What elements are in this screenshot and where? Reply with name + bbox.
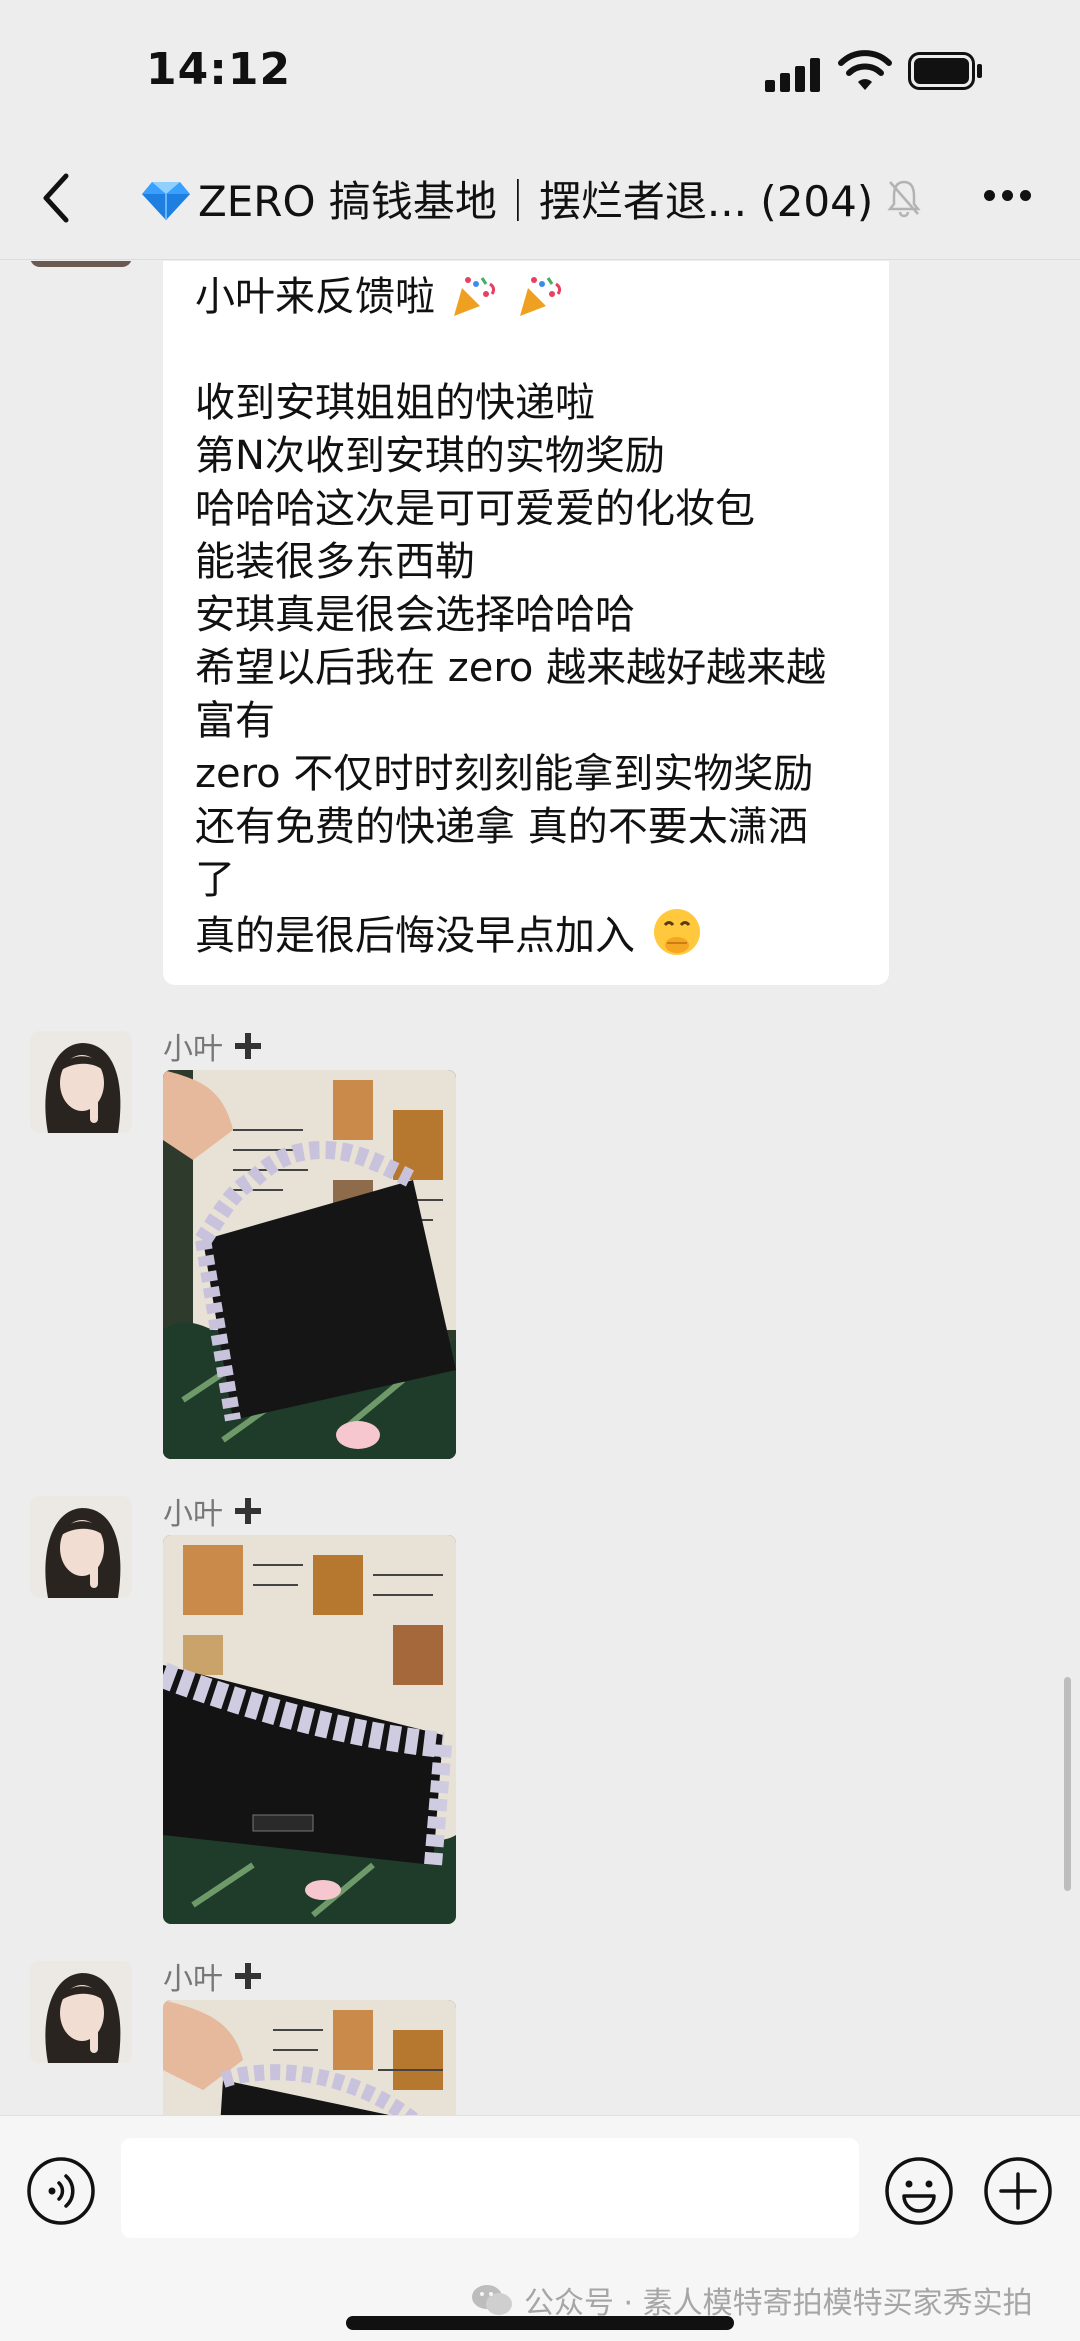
- message-line-text: 真的是很后悔没早点加入: [195, 913, 635, 959]
- face-hand-over-mouth-icon: [653, 909, 700, 955]
- avatar[interactable]: [30, 1961, 132, 2063]
- message-line: 收到安琪姐姐的快递啦: [195, 380, 595, 426]
- battery-icon: [908, 52, 982, 90]
- sender-row: 小叶: [163, 1956, 263, 1997]
- image-message[interactable]: [163, 1535, 456, 1924]
- cellular-signal-icon: [765, 56, 821, 92]
- message-line: zero 不仅时时刻刻能拿到实物奖励: [195, 751, 814, 797]
- cosmetic-bag-photo: [163, 2000, 456, 2115]
- chevron-left-icon[interactable]: [36, 166, 76, 230]
- voice-icon[interactable]: [26, 2156, 96, 2226]
- message-list[interactable]: 小叶来反馈啦 收到安琪姐姐的快递啦 第N次收到安琪的实物奖励 哈哈哈这次是可可爱…: [0, 261, 1080, 2115]
- message-line: 第N次收到安琪的实物奖励: [195, 433, 665, 479]
- cosmetic-bag-photo: [163, 1535, 456, 1924]
- sender-row: 小叶: [163, 1026, 263, 1067]
- text-message-bubble[interactable]: 小叶来反馈啦 收到安琪姐姐的快递啦 第N次收到安琪的实物奖励 哈哈哈这次是可可爱…: [163, 261, 889, 985]
- party-popper-icon: [520, 277, 562, 316]
- image-message[interactable]: [163, 1070, 456, 1459]
- message-line: 真的是很后悔没早点加入: [195, 907, 857, 960]
- blue-diamond-icon: [142, 182, 190, 220]
- avatar-image: [30, 1031, 132, 1133]
- message-line: 小叶来反馈啦: [195, 271, 857, 324]
- add-contact-icon[interactable]: [233, 1496, 263, 1526]
- avatar-image: [30, 1496, 132, 1598]
- message-line-text: 小叶来反馈啦: [195, 274, 435, 320]
- message-line: 能装很多东西勒: [195, 539, 475, 585]
- message-input[interactable]: [121, 2138, 859, 2238]
- chat-title-area[interactable]: ZERO 搞钱基地｜摆烂者退... (204): [140, 166, 921, 230]
- bell-muted-icon: [887, 180, 921, 218]
- cosmetic-bag-photo: [163, 1070, 456, 1459]
- plus-circle-icon[interactable]: [983, 2156, 1053, 2226]
- sender-name: 小叶: [163, 1032, 223, 1067]
- message-line: [195, 324, 857, 377]
- avatar-image: [30, 1961, 132, 2063]
- message-line: 还有免费的快递拿 真的不要太潇洒: [195, 804, 808, 850]
- status-bar: 14:12: [0, 0, 1080, 140]
- more-dots-icon[interactable]: [982, 186, 1034, 206]
- input-bar: 公众号 · 素人模特寄拍模特买家秀实拍: [0, 2115, 1080, 2341]
- home-indicator[interactable]: [346, 2316, 734, 2330]
- message-line: 了: [195, 857, 235, 903]
- party-popper-icon: [453, 277, 495, 316]
- message-line: 希望以后我在 zero 越来越好越来越: [195, 645, 827, 691]
- chat-title: ZERO 搞钱基地｜摆烂者退... (204): [198, 176, 874, 226]
- avatar[interactable]: [30, 1031, 132, 1133]
- add-contact-icon[interactable]: [233, 1961, 263, 1991]
- image-message[interactable]: [163, 2000, 456, 2115]
- avatar[interactable]: [30, 261, 132, 267]
- chat-header: ZERO 搞钱基地｜摆烂者退... (204): [0, 140, 1080, 260]
- message-line: 安琪真是很会选择哈哈哈: [195, 592, 635, 638]
- sender-row: 小叶: [163, 1491, 263, 1532]
- message-line: 富有: [195, 698, 275, 744]
- sender-name: 小叶: [163, 1497, 223, 1532]
- wechat-logo-icon: [472, 2285, 512, 2315]
- wifi-icon: [838, 50, 892, 90]
- smiley-icon[interactable]: [884, 2156, 954, 2226]
- message-line: 哈哈哈这次是可可爱爱的化妆包: [195, 486, 755, 532]
- status-time: 14:12: [146, 44, 292, 95]
- avatar[interactable]: [30, 1496, 132, 1598]
- sender-name: 小叶: [163, 1962, 223, 1997]
- scrollbar[interactable]: [1064, 1677, 1071, 1891]
- add-contact-icon[interactable]: [233, 1031, 263, 1061]
